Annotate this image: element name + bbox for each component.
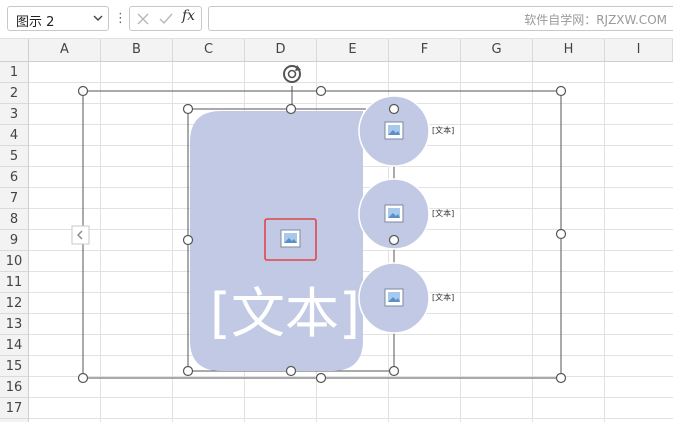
picture-placeholder-icon[interactable] [384,121,404,140]
row-header-1[interactable]: 1 [0,62,28,83]
resize-handle[interactable] [555,228,567,240]
row-header-16[interactable]: 16 [0,377,28,398]
resize-handle[interactable] [285,103,297,115]
resize-handle[interactable] [555,85,567,97]
column-header-d[interactable]: D [245,39,317,61]
row-header-5[interactable]: 5 [0,146,28,167]
row-header-2[interactable]: 2 [0,83,28,104]
picture-placeholder-icon[interactable] [384,204,404,223]
formula-bar: 图示 2 ⋮ fx 软件自学网：RJZXW.COM [0,0,673,39]
chevron-left-icon[interactable] [71,225,90,245]
resize-handle[interactable] [315,85,327,97]
resize-handle[interactable] [315,372,327,384]
row-header: 1 2 3 4 5 6 7 8 9 10 11 12 13 14 15 16 17 [0,62,29,422]
row-header-3[interactable]: 3 [0,104,28,125]
cancel-icon[interactable] [136,12,150,26]
column-header-i[interactable]: I [605,39,673,61]
watermark-text: 软件自学网：RJZXW.COM [524,13,667,27]
column-header-f[interactable]: F [389,39,461,61]
formula-input[interactable]: 软件自学网：RJZXW.COM [208,6,673,31]
resize-handle[interactable] [77,372,89,384]
column-header-a[interactable]: A [29,39,101,61]
main-shape-text[interactable]: [文本] [210,282,360,345]
row-header-8[interactable]: 8 [0,209,28,230]
resize-handle[interactable] [182,103,194,115]
resize-handle[interactable] [182,234,194,246]
resize-handle[interactable] [285,365,297,377]
resize-handle[interactable] [555,372,567,384]
side-item-text[interactable]: [文本] [432,208,454,218]
resize-handle[interactable] [388,103,400,115]
row-header-15[interactable]: 15 [0,356,28,377]
column-header-b[interactable]: B [101,39,173,61]
side-item-text[interactable]: [文本] [432,292,454,302]
row-header-11[interactable]: 11 [0,272,28,293]
row-header-17[interactable]: 17 [0,398,28,419]
column-header: ABCDEFGHI [0,39,673,62]
side-item-text[interactable]: [文本] [432,125,454,135]
resize-handle[interactable] [388,234,400,246]
insert-function-icon[interactable]: fx [182,8,195,24]
more-options-icon[interactable]: ⋮ [114,9,127,29]
row-header-9[interactable]: 9 [0,230,28,251]
resize-handle[interactable] [388,365,400,377]
resize-handle[interactable] [182,365,194,377]
row-header-4[interactable]: 4 [0,125,28,146]
column-header-c[interactable]: C [173,39,245,61]
select-all-corner[interactable] [0,39,29,61]
row-header-14[interactable]: 14 [0,335,28,356]
row-header-13[interactable]: 13 [0,314,28,335]
column-header-g[interactable]: G [461,39,533,61]
name-box-value: 图示 2 [16,15,55,30]
row-header-12[interactable]: 12 [0,293,28,314]
picture-placeholder-icon[interactable] [384,288,404,307]
check-icon[interactable] [158,12,174,26]
resize-handle[interactable] [77,85,89,97]
column-header-h[interactable]: H [533,39,605,61]
row-header-7[interactable]: 7 [0,188,28,209]
row-header-10[interactable]: 10 [0,251,28,272]
picture-placeholder-icon[interactable] [280,229,301,248]
column-header-e[interactable]: E [317,39,389,61]
name-box[interactable]: 图示 2 [7,6,109,31]
rotate-handle-icon[interactable] [283,65,301,83]
row-header-6[interactable]: 6 [0,167,28,188]
formula-buttons: fx [129,6,202,31]
chevron-down-icon[interactable] [92,12,104,24]
